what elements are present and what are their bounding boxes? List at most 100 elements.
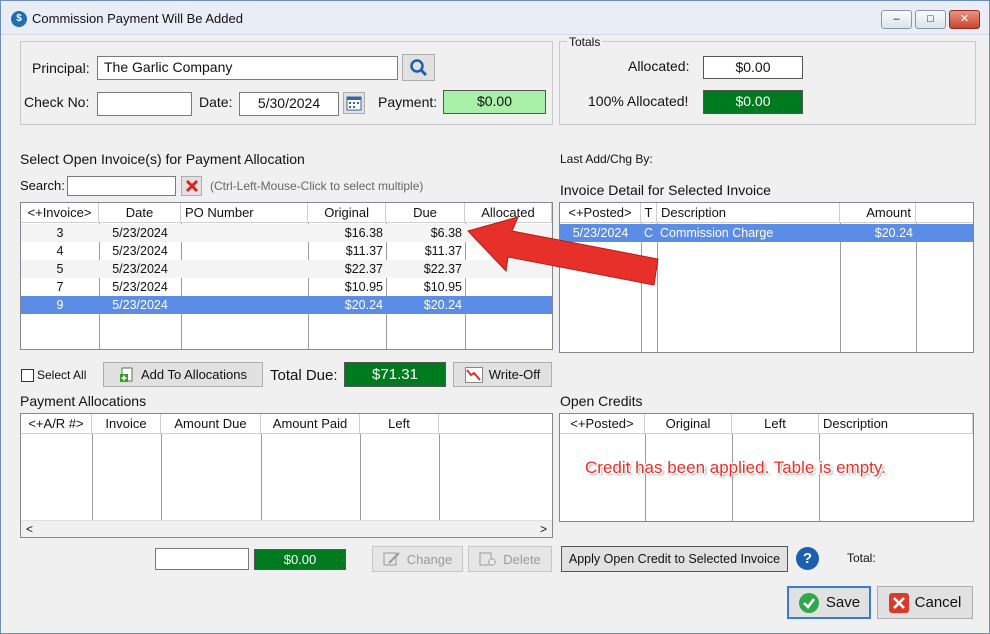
minimize-button[interactable]: –: [881, 10, 912, 29]
allocations-hscrollbar[interactable]: < >: [21, 520, 552, 537]
search-input[interactable]: [67, 176, 176, 196]
col-credit-original[interactable]: Original: [645, 414, 732, 434]
col-description[interactable]: Description: [657, 203, 840, 223]
amount-input[interactable]: [155, 548, 249, 570]
help-icon[interactable]: ?: [796, 547, 819, 570]
date-field[interactable]: 5/30/2024: [239, 92, 339, 116]
col-ar-number[interactable]: <+A/R #>: [21, 414, 92, 434]
allocated-value: $0.00: [703, 56, 803, 79]
allocated-label: Allocated:: [628, 58, 690, 74]
invoice-cell-date: 5/23/2024: [112, 262, 168, 276]
annotation-note: Credit has been applied. Table is empty.: [585, 458, 886, 477]
invoice-cell-po: [181, 260, 308, 278]
title-bar: $ Commission Payment Will Be Added – □ ✕: [1, 1, 989, 35]
change-label: Change: [406, 551, 453, 567]
invoice-cell-po: [181, 296, 308, 314]
invoice-cell-po: [181, 242, 308, 260]
credits-section-title: Open Credits: [560, 393, 643, 409]
calendar-icon: [346, 96, 362, 111]
invoice-cell-po: [181, 278, 308, 296]
invoice-cell-original: $20.24: [344, 298, 383, 312]
col-po-number[interactable]: PO Number: [181, 203, 308, 223]
magnifier-icon: [409, 58, 427, 76]
checkno-label: Check No:: [24, 94, 90, 110]
annotation-arrow: [467, 216, 659, 286]
invoice-cell-due: $11.37: [424, 244, 462, 258]
invoice-cell-invoice: 4: [56, 244, 64, 258]
total-due-value: $71.31: [344, 362, 446, 387]
invoice-cell-original: $16.38: [344, 226, 383, 240]
invoice-cell-invoice: 3: [56, 226, 64, 240]
detail-section-title: Invoice Detail for Selected Invoice: [560, 182, 771, 198]
payment-field[interactable]: $0.00: [443, 90, 546, 114]
total-due-label: Total Due:: [270, 367, 338, 384]
col-amount-paid[interactable]: Amount Paid: [261, 414, 360, 434]
cancel-label: Cancel: [914, 594, 962, 611]
maximize-button[interactable]: □: [915, 10, 946, 29]
col-invoice[interactable]: <+Invoice>: [21, 203, 99, 223]
change-button[interactable]: Change: [372, 546, 463, 572]
invoices-section-title: Select Open Invoice(s) for Payment Alloc…: [20, 151, 305, 167]
delete-button[interactable]: Delete: [468, 546, 552, 572]
principal-field[interactable]: The Garlic Company: [97, 56, 398, 80]
add-document-icon: [120, 367, 133, 382]
amount-green-value: $0.00: [254, 549, 346, 570]
select-all-label: Select All: [37, 368, 87, 382]
col-credit-left[interactable]: Left: [732, 414, 819, 434]
date-picker-button[interactable]: [343, 92, 365, 114]
write-off-chart-icon: [464, 366, 483, 383]
invoice-cell-date: 5/23/2024: [112, 244, 168, 258]
invoice-cell-date: 5/23/2024: [112, 280, 168, 294]
col-left[interactable]: Left: [360, 414, 439, 434]
delete-doc-icon: [479, 552, 497, 566]
invoice-cell-invoice: 9: [56, 298, 64, 312]
col-credit-description[interactable]: Description: [819, 414, 973, 434]
clear-search-button[interactable]: [181, 176, 202, 196]
edit-icon: [383, 552, 400, 566]
search-label: Search:: [20, 178, 65, 193]
credits-total-label: Total:: [847, 551, 876, 565]
close-button[interactable]: ✕: [949, 10, 980, 29]
invoice-cell-po: [181, 224, 308, 242]
allocated100-value: $0.00: [703, 90, 803, 114]
invoice-cell-original: $22.37: [344, 262, 383, 276]
principal-search-button[interactable]: [402, 54, 435, 81]
red-x-icon: [185, 179, 198, 193]
window-title: Commission Payment Will Be Added: [32, 11, 243, 26]
invoice-cell-date: 5/23/2024: [112, 298, 168, 312]
invoice-cell-invoice: 7: [56, 280, 64, 294]
add-to-allocations-button[interactable]: Add To Allocations: [103, 362, 263, 387]
add-to-allocations-label: Add To Allocations: [141, 367, 247, 382]
write-off-label: Write-Off: [488, 367, 541, 382]
save-button[interactable]: Save: [787, 586, 871, 619]
payment-label: Payment:: [378, 94, 438, 110]
col-alloc-invoice[interactable]: Invoice: [92, 414, 161, 434]
col-due[interactable]: Due: [386, 203, 465, 223]
invoice-cell-original: $10.95: [344, 280, 383, 294]
date-label: Date:: [199, 94, 233, 110]
green-check-icon: [798, 592, 819, 613]
scroll-right-arrow[interactable]: >: [540, 522, 547, 536]
checkno-field[interactable]: [97, 92, 192, 116]
dialog-window: $ Commission Payment Will Be Added – □ ✕…: [0, 0, 990, 634]
scroll-left-arrow[interactable]: <: [26, 522, 33, 536]
save-label: Save: [825, 594, 861, 611]
cancel-button[interactable]: Cancel: [877, 586, 973, 619]
col-amount-due[interactable]: Amount Due: [161, 414, 261, 434]
allocations-section-title: Payment Allocations: [20, 393, 147, 409]
invoice-cell-due: $20.24: [423, 298, 462, 312]
write-off-button[interactable]: Write-Off: [453, 362, 552, 387]
col-credit-posted[interactable]: <+Posted>: [560, 414, 645, 434]
col-date[interactable]: Date: [99, 203, 181, 223]
allocated100-label: 100% Allocated!: [588, 93, 689, 109]
col-original[interactable]: Original: [308, 203, 386, 223]
invoice-cell-invoice: 5: [56, 262, 64, 276]
col-amount[interactable]: Amount: [840, 203, 916, 223]
invoice-cell-due: $6.38: [430, 226, 462, 240]
search-hint: (Ctrl-Left-Mouse-Click to select multipl…: [210, 179, 424, 193]
invoice-cell-due: $22.37: [423, 262, 462, 276]
principal-label: Principal:: [32, 60, 90, 76]
app-dollar-icon: $: [11, 11, 27, 27]
select-all-checkbox[interactable]: [21, 369, 34, 382]
apply-open-credit-button[interactable]: Apply Open Credit to Selected Invoice: [561, 546, 788, 572]
